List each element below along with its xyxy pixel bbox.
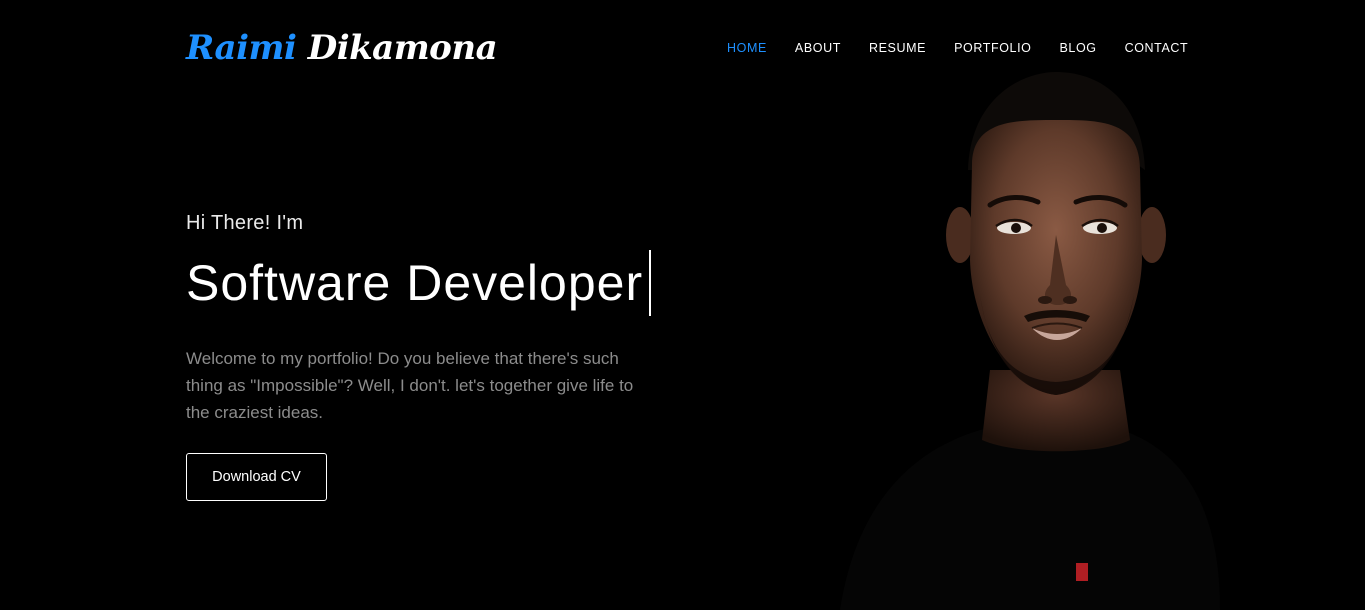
hero-headline: Software Developer	[186, 250, 652, 316]
main-nav: HOME ABOUT RESUME PORTFOLIO BLOG CONTACT	[727, 41, 1188, 56]
logo-last-name: Dikamona	[307, 28, 498, 68]
download-cv-button[interactable]: Download CV	[186, 453, 327, 501]
hero-role: Software Developer	[186, 255, 644, 311]
nav-home[interactable]: HOME	[727, 41, 767, 56]
typing-cursor	[649, 250, 652, 316]
nav-portfolio[interactable]: PORTFOLIO	[954, 41, 1031, 56]
hero-greeting: Hi There! I'm	[186, 212, 304, 234]
hero-intro: Welcome to my portfolio! Do you believe …	[186, 349, 634, 422]
site-logo[interactable]: Raimi Dikamona	[186, 28, 498, 68]
nav-contact[interactable]: CONTACT	[1125, 41, 1189, 56]
profile-photo	[800, 60, 1220, 610]
nav-about[interactable]: ABOUT	[795, 41, 841, 56]
nav-blog[interactable]: BLOG	[1059, 41, 1096, 56]
nav-resume[interactable]: RESUME	[869, 41, 926, 56]
logo-first-name: Raimi	[186, 28, 297, 68]
